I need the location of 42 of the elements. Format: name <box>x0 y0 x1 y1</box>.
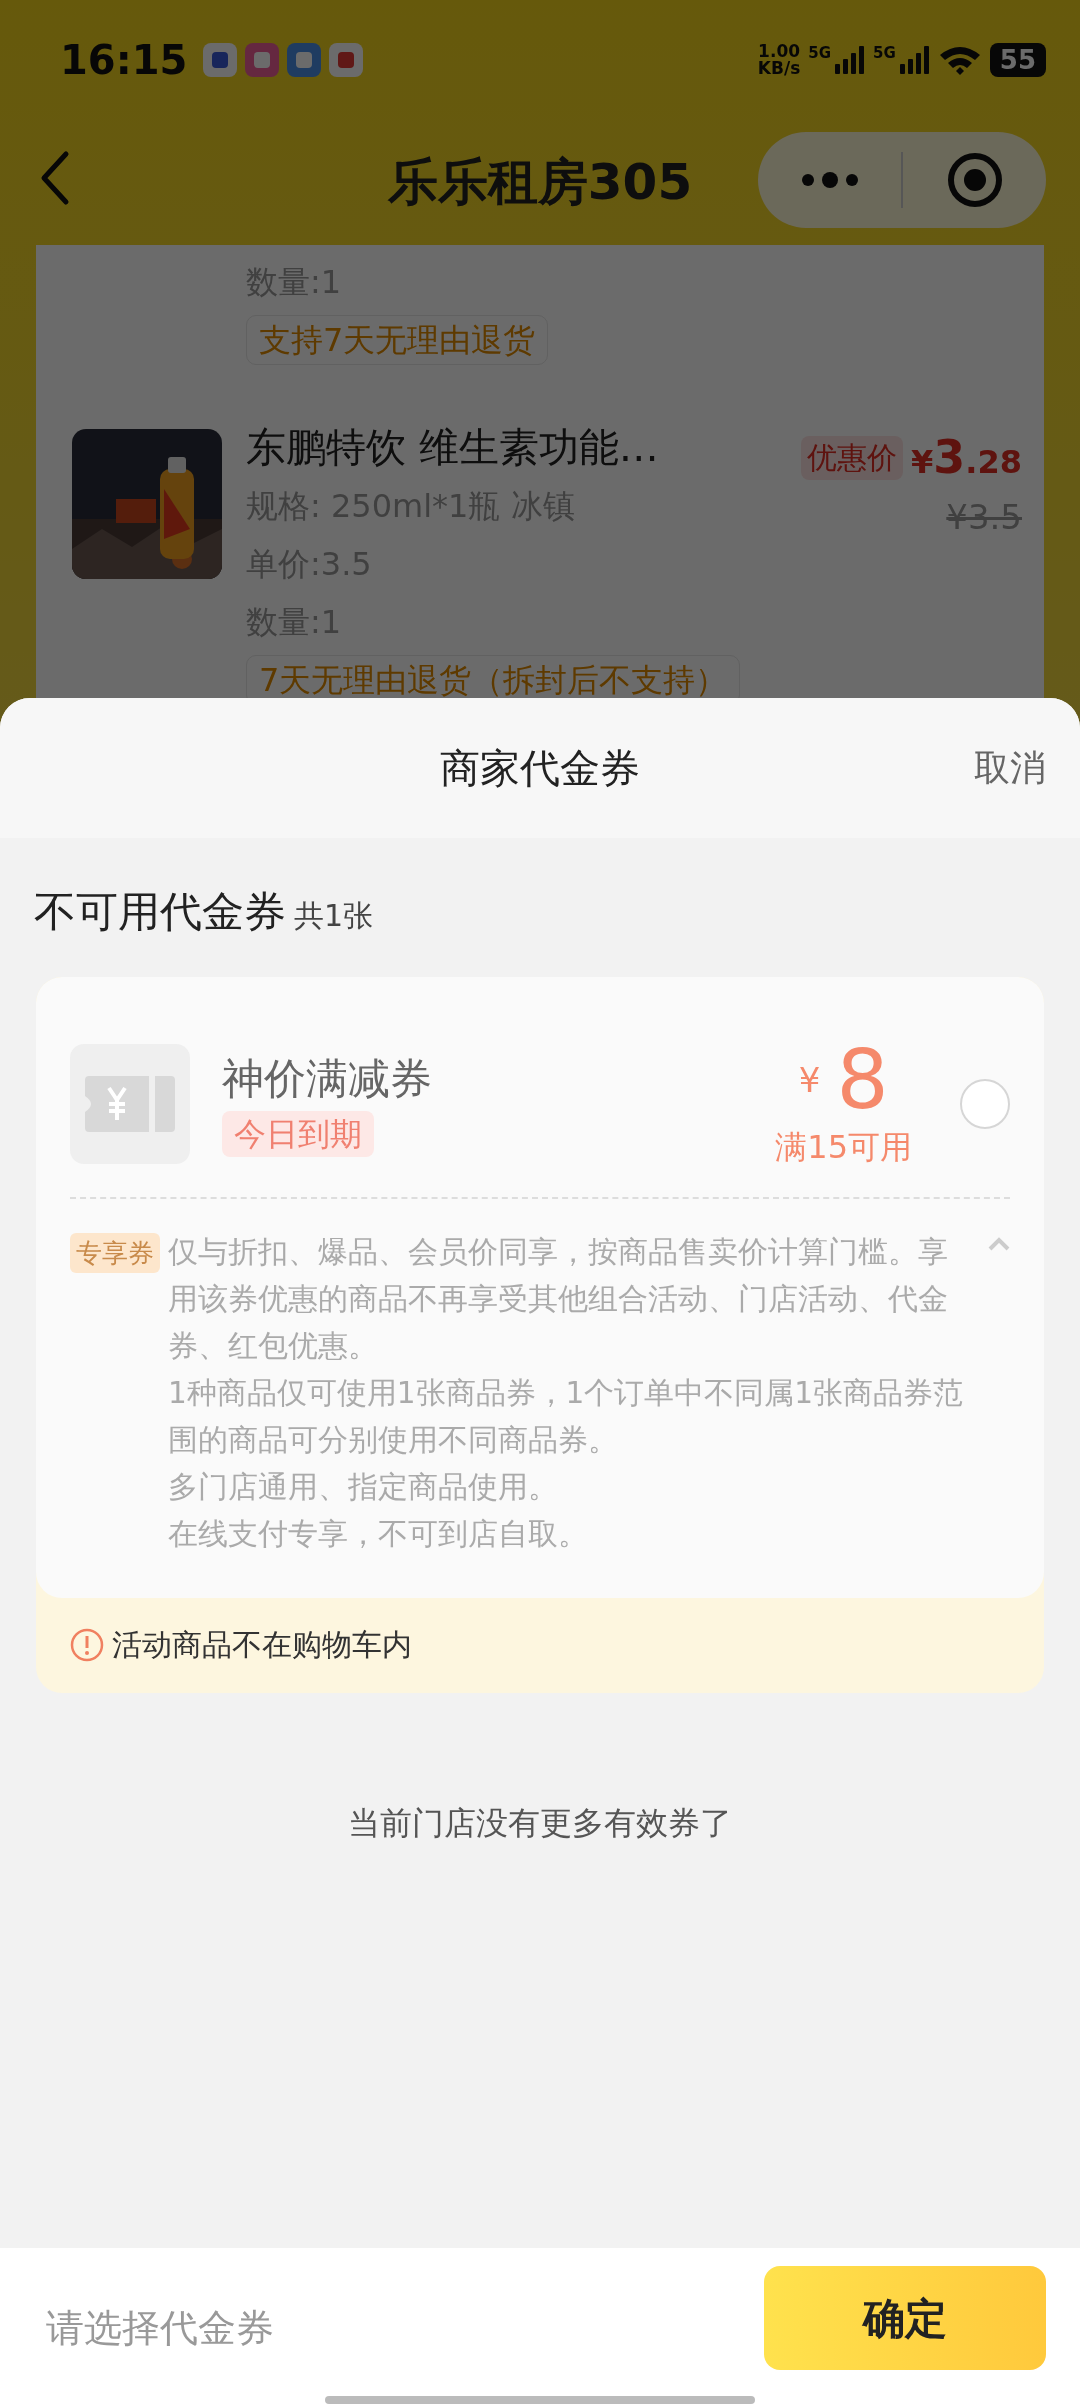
coupon-name: 神价满减券 <box>222 1053 432 1105</box>
selection-hint: 请选择代金券 <box>46 2304 274 2352</box>
battery-level: 55 <box>989 43 1046 77</box>
signal-icon <box>835 46 866 74</box>
discount-label: 优惠价 <box>801 435 904 480</box>
network-type: 5G <box>873 46 896 61</box>
section-count: 共1张 <box>294 897 374 935</box>
no-more-coupons-text: 当前门店没有更多有效券了 <box>348 1804 732 1842</box>
currency-symbol: ¥ <box>798 1058 821 1102</box>
expiry-tag: 今日到期 <box>222 1111 374 1157</box>
target-icon <box>946 152 1003 208</box>
exclusive-tag: 专享券 <box>70 1233 160 1273</box>
more-icon <box>799 170 860 190</box>
coupon-amount: 8 <box>836 1037 889 1123</box>
network-type: 5G <box>808 46 832 61</box>
rule-text: 在线支付专享，不可到店自取。 <box>168 1516 589 1553</box>
section-title: 不可用代金券 <box>34 886 286 938</box>
signal-icon <box>899 46 930 74</box>
radio-button[interactable] <box>960 1079 1010 1129</box>
network-speed-unit: KB/s <box>757 60 801 77</box>
product-name: 东鹏特饮 维生素功能… <box>246 423 660 472</box>
coupon-condition: 满15可用 <box>775 1127 912 1168</box>
expand-toggle[interactable] <box>988 1237 1010 1251</box>
return-policy-tag: 支持7天无理由退货 <box>246 315 549 365</box>
cancel-button[interactable]: 取消 <box>974 741 1046 795</box>
warning-icon <box>70 1627 104 1662</box>
page-title: 乐乐租房305 <box>387 152 693 213</box>
confirm-button[interactable]: 确定 <box>764 2266 1046 2370</box>
discount-price: ¥3.28 <box>911 429 1022 486</box>
app-notification-icon <box>203 43 238 77</box>
status-time: 16:15 <box>60 36 188 85</box>
rule-text: 仅与折扣、爆品、会员价同享，按商品售卖价计算门槛。享用该券优惠的商品不再享受其他组合活动、门店活动、代金券、红包优惠。 <box>168 1234 949 1365</box>
app-notification-icon <box>245 43 280 77</box>
rule-text: 多门店通用、指定商品使用。 <box>168 1469 559 1506</box>
app-notification-icon <box>287 43 322 77</box>
chevron-up-icon <box>988 1237 1010 1251</box>
app-notification-icon <box>329 43 364 77</box>
notice-text: 活动商品不在购物车内 <box>112 1626 412 1664</box>
network-speed-value: 1.00 <box>757 43 801 60</box>
rule-text: 1种商品仅可使用1张商品券，1个订单中不同属1张商品券范围的商品可分别使用不同商品券。 <box>168 1375 965 1459</box>
ticket-icon <box>85 1076 175 1132</box>
sheet-title: 商家代金券 <box>440 744 640 793</box>
